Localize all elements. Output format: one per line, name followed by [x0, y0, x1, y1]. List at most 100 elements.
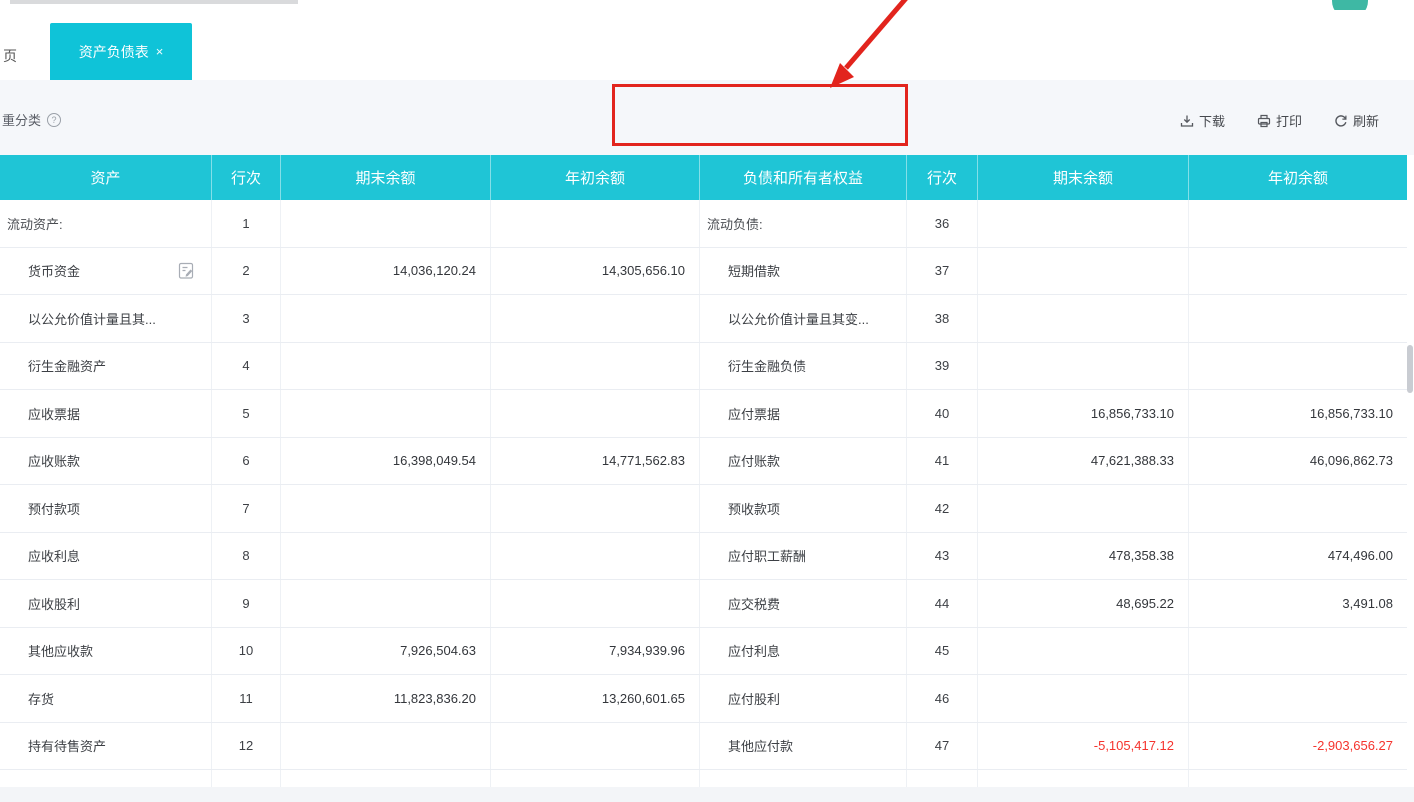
table-row: 存货 11 11,823,836.20 13,260,601.65 应付股利 46 [0, 675, 1407, 723]
reclass-label: 重分类 [2, 113, 42, 128]
asset-beginning-balance [491, 532, 700, 579]
asset-beginning-balance [491, 722, 700, 769]
asset-beginning-balance [491, 390, 700, 437]
download-label: 下载 [1199, 114, 1226, 129]
help-icon[interactable]: ? [47, 112, 62, 127]
liability-beginning-balance [1189, 200, 1407, 247]
asset-line-number: 6 [212, 437, 281, 484]
liability-ending-balance [978, 200, 1189, 247]
liability-item-name: 其他应付款 [700, 722, 907, 769]
liability-line-number: 45 [907, 627, 978, 674]
asset-beginning-balance [491, 200, 700, 247]
liability-ending-balance [978, 342, 1189, 389]
liability-line-number: 37 [907, 247, 978, 294]
vertical-scrollbar-thumb[interactable] [1407, 345, 1413, 393]
tab-bar: 页 资产负债表 × [0, 10, 1414, 80]
tab-home-partial[interactable]: 页 [3, 46, 17, 66]
table-row: 持有待售资产 12 其他应付款 47 -5,105,417.12 -2,903,656.2… [0, 722, 1407, 770]
liability-beginning-balance [1189, 485, 1407, 532]
asset-beginning-balance: 7,934,939.96 [491, 627, 700, 674]
header-assets: 资产 [0, 155, 212, 200]
asset-beginning-balance [491, 485, 700, 532]
table-row: 应收票据 5 应付票据 40 16,856,733.10 16,856,733.10 [0, 390, 1407, 438]
asset-ending-balance [281, 342, 491, 389]
asset-ending-balance: 7,926,504.63 [281, 627, 491, 674]
asset-beginning-balance [491, 580, 700, 627]
asset-ending-balance [281, 200, 491, 247]
print-label: 打印 [1276, 114, 1303, 129]
liability-beginning-balance [1189, 248, 1407, 295]
refresh-icon [1334, 114, 1348, 128]
table-row: 货币资金 2 14,036,120.24 14,305,656.10 短期借款 37 [0, 247, 1407, 295]
liability-item-name: 应付股利 [700, 675, 907, 722]
liability-ending-balance: -5,105,417.12 [978, 722, 1189, 769]
liability-beginning-balance: 16,856,733.10 [1309, 405, 1393, 421]
asset-line-number: 8 [212, 532, 281, 579]
liability-ending-balance [978, 247, 1189, 294]
asset-ending-balance [281, 722, 491, 769]
liability-item-name: 应付职工薪酬 [700, 532, 907, 579]
edit-voucher-icon[interactable] [178, 261, 195, 280]
toolbar-actions: 下载 打印 刷新 [1180, 111, 1379, 130]
liability-beginning-balance: 474,496.00 [1327, 548, 1393, 564]
asset-item-name: 衍生金融资产 [0, 342, 212, 389]
liability-ending-balance: 16,856,733.10 [978, 390, 1189, 437]
liability-item-name: 预收款项 [700, 485, 907, 532]
asset-item-name: 预付款项 [0, 485, 212, 532]
refresh-button[interactable]: 刷新 [1334, 111, 1379, 130]
liability-line-number: 44 [907, 580, 978, 627]
reclass-option[interactable]: 重分类 ? [2, 110, 62, 129]
header-liabilities-equity: 负债和所有者权益 [700, 155, 907, 200]
liability-item-name: 应付利息 [700, 627, 907, 674]
asset-line-number: 1 [212, 200, 281, 247]
balance-sheet-page: 页 资产负债表 × 重分类 ? 资产负债表 不平衡 下载 [0, 0, 1414, 802]
asset-item-name: 应收账款 [0, 437, 212, 484]
bottom-strip [0, 787, 1414, 802]
asset-line-number: 12 [212, 722, 281, 769]
asset-beginning-balance [491, 342, 700, 389]
liability-item-name: 应交税费 [700, 580, 907, 627]
asset-item-name: 应收利息 [0, 532, 212, 579]
asset-item-name: 以公允价值计量且其... [0, 295, 212, 342]
top-divider-bar [10, 0, 298, 4]
asset-ending-balance [281, 295, 491, 342]
table-row: 其他应收款 10 7,926,504.63 7,934,939.96 应付利息 45 [0, 627, 1407, 675]
printer-icon [1257, 114, 1271, 128]
asset-ending-balance: 11,823,836.20 [281, 675, 491, 722]
tab-label: 资产负债表 [78, 43, 149, 60]
liability-ending-balance: 47,621,388.33 [978, 437, 1189, 484]
table-row: 应收账款 6 16,398,049.54 14,771,562.83 应付账款 41 47,… [0, 437, 1407, 485]
header-ending-balance-2: 期末余额 [978, 155, 1189, 200]
asset-beginning-balance: 14,305,656.10 [491, 247, 700, 294]
liability-line-number: 43 [907, 532, 978, 579]
asset-item-name: 应收票据 [0, 390, 212, 437]
header-ending-balance: 期末余额 [281, 155, 491, 200]
asset-line-number: 11 [212, 675, 281, 722]
asset-beginning-balance: 13,260,601.65 [491, 675, 700, 722]
liability-beginning-balance [1189, 295, 1407, 342]
liability-beginning-balance: -2,903,656.27 [1312, 738, 1393, 754]
liability-ending-balance: 478,358.38 [978, 532, 1189, 579]
tab-balance-sheet[interactable]: 资产负债表 × [50, 23, 192, 80]
header-line-no: 行次 [212, 155, 281, 200]
liability-item-name: 流动负债: [700, 200, 907, 247]
asset-beginning-balance: 14,771,562.83 [491, 437, 700, 484]
asset-ending-balance [281, 390, 491, 437]
print-button[interactable]: 打印 [1257, 111, 1302, 130]
liability-item-name: 应付账款 [700, 437, 907, 484]
asset-item-name: 货币资金 [0, 247, 212, 294]
asset-line-number: 9 [212, 580, 281, 627]
liability-item-name: 短期借款 [700, 247, 907, 294]
close-icon[interactable]: × [156, 44, 164, 59]
asset-line-number: 3 [212, 295, 281, 342]
liability-line-number: 39 [907, 342, 978, 389]
download-button[interactable]: 下载 [1180, 111, 1225, 130]
asset-line-number: 5 [212, 390, 281, 437]
report-toolbar: 重分类 ? 资产负债表 不平衡 下载 [0, 80, 1414, 213]
table-row: 预付款项 7 预收款项 42 [0, 485, 1407, 533]
asset-ending-balance: 14,036,120.24 [281, 247, 491, 294]
liability-line-number: 40 [907, 390, 978, 437]
liability-item-name: 以公允价值计量且其变... [700, 295, 907, 342]
asset-item-name: 流动资产: [0, 200, 212, 247]
liability-ending-balance [978, 295, 1189, 342]
